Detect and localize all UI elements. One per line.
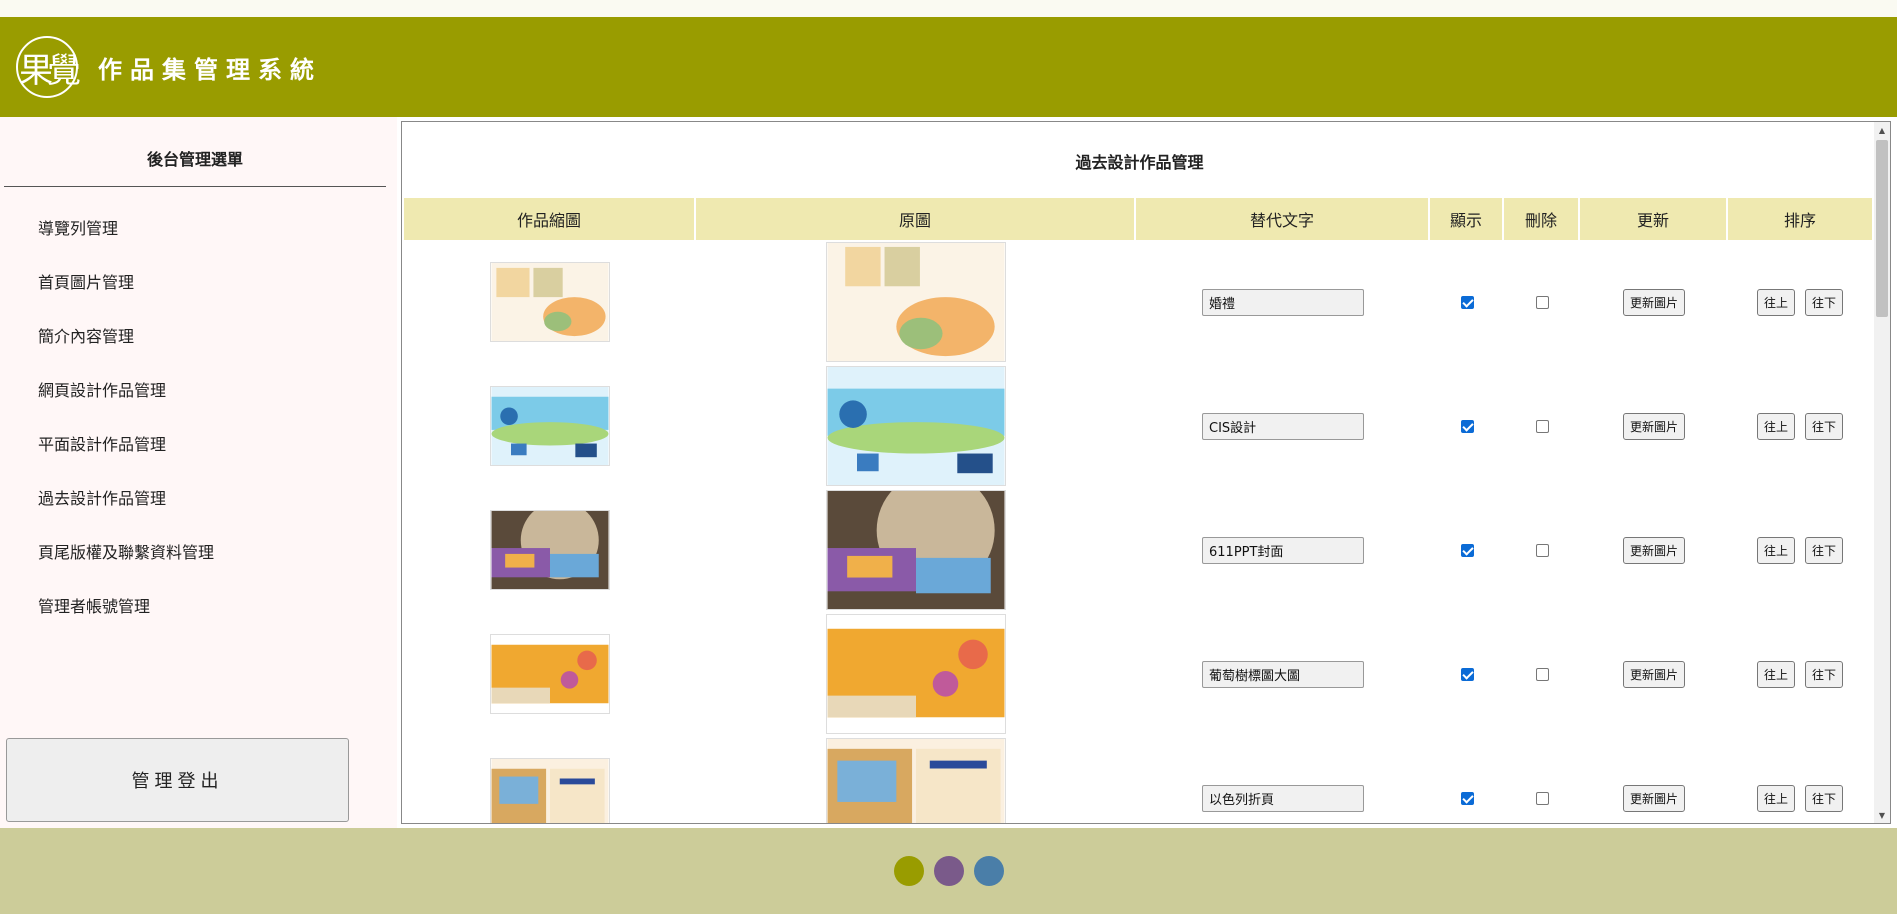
logout-button[interactable]: 管理登出 [6, 738, 349, 822]
footer-dot-olive [893, 856, 924, 886]
col-update: 更新 [1580, 198, 1728, 240]
show-checkbox[interactable] [1460, 543, 1474, 557]
original-image [826, 242, 1006, 362]
update-image-button[interactable]: 更新圖片 [1622, 784, 1685, 812]
update-image-button[interactable]: 更新圖片 [1622, 660, 1685, 688]
delete-checkbox[interactable] [1535, 791, 1549, 805]
footer-dot-purple [933, 856, 964, 886]
move-up-button[interactable]: 往上 [1756, 288, 1795, 316]
col-alt-text: 替代文字 [1136, 198, 1430, 240]
move-up-button[interactable]: 往上 [1756, 536, 1795, 564]
table-header: 作品縮圖 原圖 替代文字 顯示 刪除 更新 排序 [404, 198, 1872, 240]
top-strip [0, 0, 1897, 17]
delete-checkbox[interactable] [1535, 419, 1549, 433]
table-row: 更新圖片 往上往下 [404, 240, 1872, 364]
sidebar-item-home-images[interactable]: 首頁圖片管理 [38, 256, 214, 310]
show-checkbox[interactable] [1460, 419, 1474, 433]
thumbnail-image [490, 758, 610, 823]
alt-text-input[interactable] [1202, 536, 1364, 564]
main-panel: 過去設計作品管理 作品縮圖 原圖 替代文字 顯示 刪除 更新 排序 更新圖片 [401, 121, 1891, 824]
vertical-scrollbar[interactable]: ▲ ▼ [1874, 122, 1890, 823]
move-down-button[interactable]: 往下 [1805, 660, 1844, 688]
thumbnail-image [490, 510, 610, 590]
update-image-button[interactable]: 更新圖片 [1622, 536, 1685, 564]
delete-checkbox[interactable] [1535, 543, 1549, 557]
sidebar-item-admin[interactable]: 管理者帳號管理 [38, 580, 214, 634]
table-row: 更新圖片 往上往下 [404, 488, 1872, 612]
table-row: 更新圖片 往上往下 [404, 612, 1872, 736]
logo: 果覺 [16, 36, 81, 98]
alt-text-input[interactable] [1202, 288, 1364, 316]
sidebar-item-past-design[interactable]: 過去設計作品管理 [38, 472, 214, 526]
move-up-button[interactable]: 往上 [1756, 784, 1795, 812]
site-title: 作品集管理系統 [98, 55, 322, 84]
show-checkbox[interactable] [1460, 295, 1474, 309]
delete-checkbox[interactable] [1535, 667, 1549, 681]
original-image [826, 366, 1006, 486]
works-table: 作品縮圖 原圖 替代文字 顯示 刪除 更新 排序 更新圖片 往上往下 [404, 198, 1872, 823]
thumbnail-image [490, 262, 610, 342]
update-image-button[interactable]: 更新圖片 [1622, 412, 1685, 440]
sidebar-item-web-design[interactable]: 網頁設計作品管理 [38, 364, 214, 418]
original-image [826, 490, 1006, 610]
thumbnail-image [490, 386, 610, 466]
scrollbar-thumb[interactable] [1876, 140, 1888, 317]
alt-text-input[interactable] [1202, 784, 1364, 812]
move-down-button[interactable]: 往下 [1805, 288, 1844, 316]
logo-text: 果覺 [19, 50, 81, 91]
move-up-button[interactable]: 往上 [1756, 412, 1795, 440]
update-image-button[interactable]: 更新圖片 [1622, 288, 1685, 316]
move-up-button[interactable]: 往上 [1756, 660, 1795, 688]
show-checkbox[interactable] [1460, 791, 1474, 805]
sidebar-item-footer[interactable]: 頁尾版權及聯繫資料管理 [38, 526, 214, 580]
col-thumbnail: 作品縮圖 [404, 198, 696, 240]
col-sort: 排序 [1728, 198, 1872, 240]
move-down-button[interactable]: 往下 [1805, 784, 1844, 812]
sidebar-item-graphic-design[interactable]: 平面設計作品管理 [38, 418, 214, 472]
site-footer [0, 828, 1897, 914]
col-show: 顯示 [1430, 198, 1504, 240]
sidebar-item-intro[interactable]: 簡介內容管理 [38, 310, 214, 364]
page-title: 過去設計作品管理 [1075, 153, 1204, 172]
sidebar-item-nav[interactable]: 導覽列管理 [38, 202, 214, 256]
move-down-button[interactable]: 往下 [1805, 536, 1844, 564]
sidebar-menu: 導覽列管理 首頁圖片管理 簡介內容管理 網頁設計作品管理 平面設計作品管理 過去… [38, 202, 214, 634]
delete-checkbox[interactable] [1535, 295, 1549, 309]
col-original: 原圖 [696, 198, 1136, 240]
site-header: 果覺 作品集管理系統 [0, 17, 1897, 117]
footer-dot-blue [973, 856, 1004, 886]
thumbnail-image [490, 634, 610, 714]
alt-text-input[interactable] [1202, 412, 1364, 440]
table-row: 更新圖片 往上往下 [404, 364, 1872, 488]
show-checkbox[interactable] [1460, 667, 1474, 681]
col-delete: 刪除 [1504, 198, 1580, 240]
table-row: 更新圖片 往上往下 [404, 736, 1872, 823]
alt-text-input[interactable] [1202, 660, 1364, 688]
sidebar: 後台管理選單 導覽列管理 首頁圖片管理 簡介內容管理 網頁設計作品管理 平面設計… [0, 117, 397, 828]
scroll-down-arrow-icon[interactable]: ▼ [1874, 807, 1890, 823]
scroll-up-arrow-icon[interactable]: ▲ [1874, 122, 1890, 138]
original-image [826, 738, 1006, 823]
sidebar-title: 後台管理選單 [4, 129, 386, 187]
move-down-button[interactable]: 往下 [1805, 412, 1844, 440]
original-image [826, 614, 1006, 734]
